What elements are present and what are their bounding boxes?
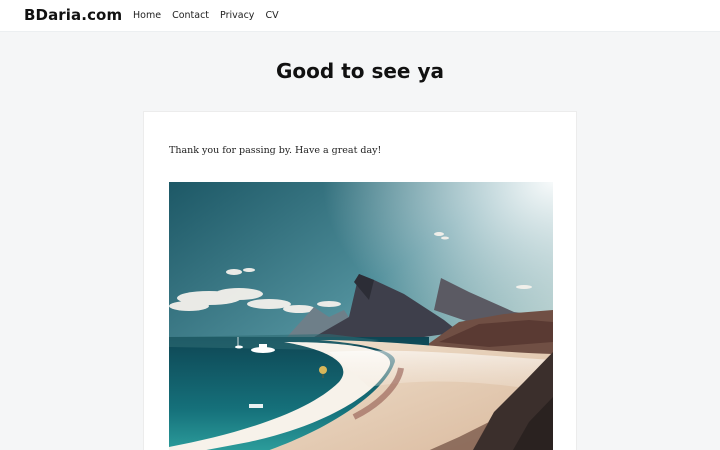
intro-paragraph: Thank you for passing by. Have a great d… bbox=[169, 145, 382, 156]
main-nav: Home Contact Privacy CV bbox=[133, 10, 290, 21]
nav-link-home[interactable]: Home bbox=[133, 10, 161, 21]
content-card: Thank you for passing by. Have a great d… bbox=[143, 111, 577, 450]
site-logo-link[interactable]: BDaria.com bbox=[24, 6, 122, 24]
nav-link-contact[interactable]: Contact bbox=[172, 10, 209, 21]
nav-link-cv[interactable]: CV bbox=[265, 10, 278, 21]
top-navigation-bar: BDaria.com Home Contact Privacy CV bbox=[0, 0, 720, 31]
page-title: Good to see ya bbox=[276, 59, 444, 83]
nav-link-privacy[interactable]: Privacy bbox=[220, 10, 254, 21]
coastal-landscape-image bbox=[169, 182, 553, 450]
